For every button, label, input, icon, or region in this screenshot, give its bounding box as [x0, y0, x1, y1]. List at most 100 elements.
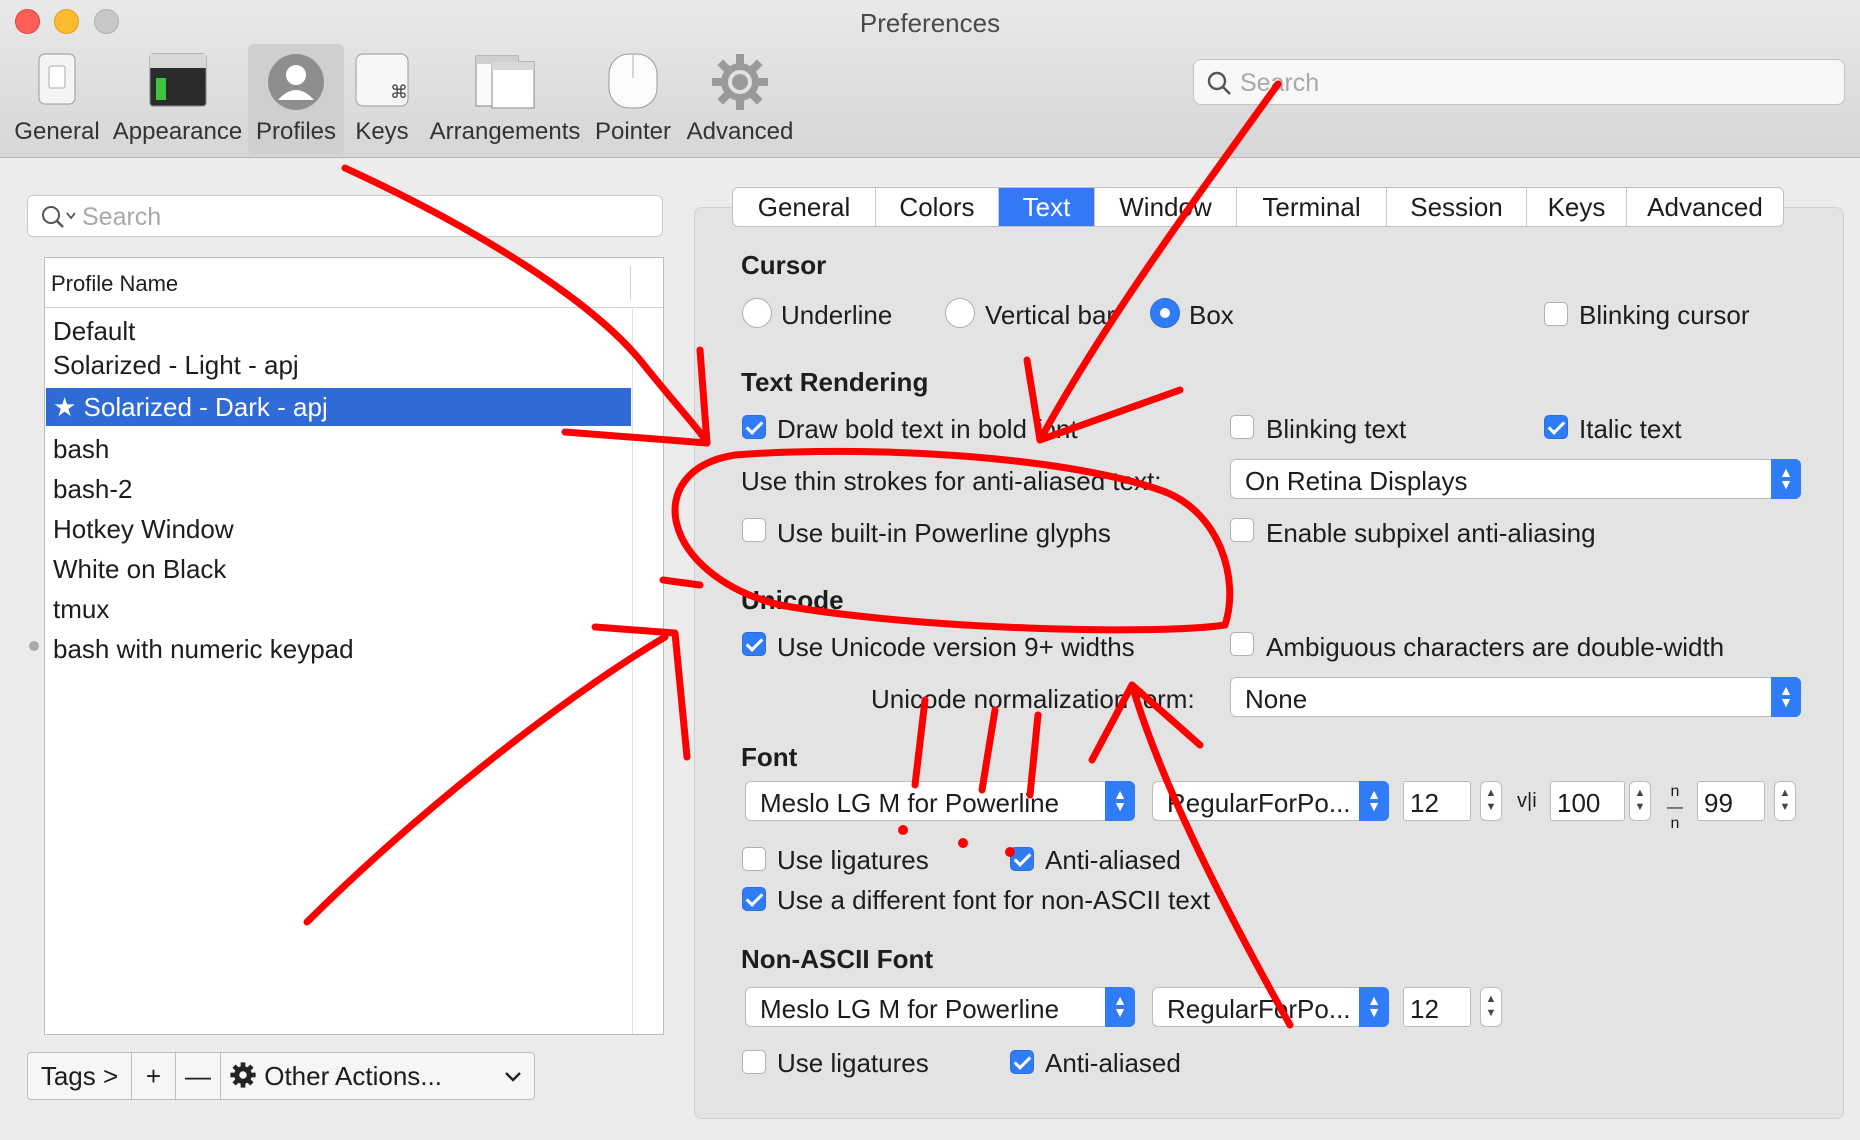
- horizontal-spacing-field[interactable]: 99: [1697, 781, 1765, 821]
- toolbar-keys[interactable]: ⌘ Keys: [348, 44, 416, 154]
- profile-row[interactable]: Hotkey Window: [46, 510, 631, 548]
- non-ascii-font-heading: Non-ASCII Font: [741, 944, 934, 974]
- profile-row[interactable]: tmux: [46, 590, 631, 628]
- preferences-search-field[interactable]: Search: [1193, 59, 1845, 105]
- font-family-popup[interactable]: Meslo LG M for Powerline ▲ ▼: [745, 781, 1135, 821]
- remove-profile-button[interactable]: —: [176, 1053, 221, 1099]
- toolbar-profiles[interactable]: Profiles: [248, 44, 344, 154]
- powerline-glyphs-checkbox[interactable]: [742, 518, 766, 542]
- window-icon: [148, 52, 208, 115]
- search-placeholder: Search: [82, 203, 162, 231]
- ambiguous-double-width-checkbox[interactable]: [1230, 632, 1254, 656]
- draw-bold-label: Draw bold text in bold font: [777, 414, 1078, 444]
- thin-strokes-popup[interactable]: On Retina Displays ▲ ▼: [1230, 459, 1801, 499]
- profile-row[interactable]: bash with numeric keypad: [46, 630, 631, 668]
- cursor-underline-radio[interactable]: [742, 298, 772, 328]
- tab-colors[interactable]: Colors: [876, 188, 999, 226]
- default-profile-indicator: [29, 641, 39, 651]
- mouse-icon: [605, 52, 661, 117]
- command-key-icon: ⌘: [354, 52, 410, 115]
- tab-general[interactable]: General: [733, 188, 876, 226]
- non-ascii-font-family-popup[interactable]: Meslo LG M for Powerline ▲ ▼: [745, 987, 1135, 1027]
- tab-session[interactable]: Session: [1387, 188, 1527, 226]
- tab-terminal[interactable]: Terminal: [1237, 188, 1387, 226]
- search-icon: [1207, 71, 1231, 95]
- ambiguous-double-width-label: Ambiguous characters are double-width: [1266, 632, 1725, 662]
- blinking-cursor-label: Blinking cursor: [1579, 300, 1750, 330]
- profile-settings-panel: [694, 207, 1844, 1119]
- font-size-field[interactable]: 12: [1403, 781, 1471, 821]
- chevron-down-icon: [505, 1072, 521, 1082]
- toolbar-general[interactable]: General: [8, 44, 106, 154]
- font-anti-aliased-checkbox[interactable]: [1010, 847, 1034, 871]
- vertical-spacing-stepper[interactable]: ▲ ▼: [1629, 781, 1651, 821]
- different-font-checkbox[interactable]: [742, 887, 766, 911]
- non-ascii-font-size-stepper[interactable]: ▲ ▼: [1480, 987, 1502, 1027]
- font-style-popup[interactable]: RegularForPo... ▲ ▼: [1152, 781, 1389, 821]
- non-ascii-anti-aliased-checkbox[interactable]: [1010, 1050, 1034, 1074]
- unicode-widths-label: Use Unicode version 9+ widths: [777, 632, 1135, 662]
- tab-advanced[interactable]: Advanced: [1627, 188, 1783, 226]
- profile-row[interactable]: White on Black: [46, 550, 631, 588]
- draw-bold-checkbox[interactable]: [742, 415, 766, 439]
- font-ligatures-label: Use ligatures: [777, 845, 929, 875]
- popup-stepper-icon: ▲ ▼: [1105, 987, 1135, 1027]
- non-ascii-ligatures-checkbox[interactable]: [742, 1050, 766, 1074]
- unicode-heading: Unicode: [741, 585, 844, 615]
- profile-search-field[interactable]: Search: [27, 195, 663, 237]
- vertical-spacing-field[interactable]: 100: [1550, 781, 1625, 821]
- profile-name-column-header[interactable]: Profile Name: [45, 258, 663, 308]
- toolbar-appearance[interactable]: Appearance: [110, 44, 245, 154]
- add-profile-button[interactable]: +: [132, 1053, 176, 1099]
- non-ascii-font-size-field[interactable]: 12: [1403, 987, 1471, 1027]
- tab-window[interactable]: Window: [1095, 188, 1237, 226]
- toolbar-advanced[interactable]: Advanced: [686, 44, 794, 154]
- blinking-text-checkbox[interactable]: [1230, 415, 1254, 439]
- search-placeholder: Search: [1240, 69, 1320, 97]
- powerline-glyphs-label: Use built-in Powerline glyphs: [777, 518, 1111, 548]
- non-ascii-font-style-popup[interactable]: RegularForPo... ▲ ▼: [1152, 987, 1389, 1027]
- toolbar-arrangements[interactable]: Arrangements: [428, 44, 582, 154]
- subpixel-aa-label: Enable subpixel anti-aliasing: [1266, 518, 1596, 548]
- popup-stepper-icon: ▲ ▼: [1771, 677, 1801, 717]
- gear-icon: [230, 1062, 256, 1088]
- font-ligatures-checkbox[interactable]: [742, 847, 766, 871]
- profile-row-selected[interactable]: ★ Solarized - Dark - apj: [46, 388, 631, 426]
- font-size-stepper[interactable]: ▲ ▼: [1480, 781, 1502, 821]
- font-heading: Font: [741, 742, 798, 772]
- popup-stepper-icon: ▲ ▼: [1771, 459, 1801, 499]
- profile-row[interactable]: bash: [46, 430, 631, 468]
- non-ascii-anti-aliased-label: Anti-aliased: [1045, 1048, 1181, 1078]
- popup-stepper-icon: ▲ ▼: [1105, 781, 1135, 821]
- popup-stepper-icon: ▲ ▼: [1359, 987, 1389, 1027]
- profile-actions-bar: Tags > + — Other Actions...: [27, 1052, 535, 1100]
- profile-row[interactable]: Default: [46, 312, 631, 350]
- thin-strokes-label: Use thin strokes for anti-aliased text:: [741, 466, 1162, 496]
- profile-row[interactable]: Solarized - Light - apj: [46, 346, 631, 384]
- switch-icon: [35, 52, 79, 113]
- search-icon: [42, 206, 76, 228]
- toolbar-pointer[interactable]: Pointer: [592, 44, 674, 154]
- blinking-cursor-checkbox[interactable]: [1544, 302, 1568, 326]
- gear-icon: [710, 52, 770, 119]
- cursor-underline-label: Underline: [781, 300, 893, 330]
- window-titlebar: Preferences General Appearance Profiles …: [0, 0, 1860, 158]
- horizontal-spacing-stepper[interactable]: ▲ ▼: [1774, 781, 1796, 821]
- cursor-heading: Cursor: [741, 250, 827, 280]
- tab-text[interactable]: Text: [999, 188, 1095, 226]
- tab-keys[interactable]: Keys: [1527, 188, 1627, 226]
- subpixel-aa-checkbox[interactable]: [1230, 518, 1254, 542]
- other-actions-menu[interactable]: Other Actions...: [221, 1053, 534, 1099]
- different-font-label: Use a different font for non-ASCII text: [777, 885, 1211, 915]
- profile-row[interactable]: bash-2: [46, 470, 631, 508]
- unicode-widths-checkbox[interactable]: [742, 632, 766, 656]
- user-icon: [266, 52, 326, 119]
- blinking-text-label: Blinking text: [1266, 414, 1407, 444]
- cursor-vertical-bar-radio[interactable]: [945, 298, 975, 328]
- italic-text-checkbox[interactable]: [1544, 415, 1568, 439]
- list-scrollbar-track: [632, 309, 633, 1034]
- profile-tab-bar: General Colors Text Window Terminal Sess…: [732, 187, 1784, 227]
- cursor-box-radio[interactable]: [1150, 298, 1180, 328]
- normalization-form-popup[interactable]: None ▲ ▼: [1230, 677, 1801, 717]
- tags-button[interactable]: Tags >: [28, 1053, 132, 1099]
